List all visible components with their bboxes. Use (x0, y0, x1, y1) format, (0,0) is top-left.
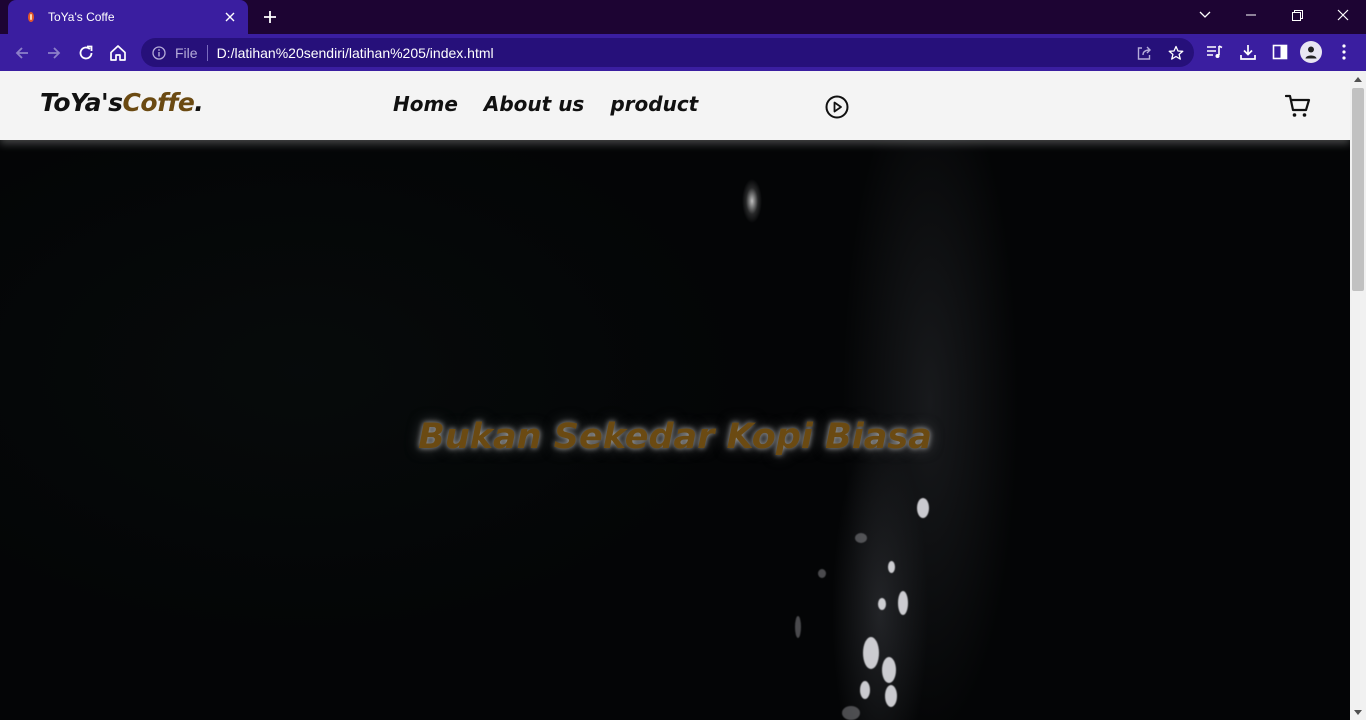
download-icon[interactable] (1237, 41, 1259, 63)
share-icon[interactable] (1134, 43, 1154, 63)
side-panel-icon[interactable] (1269, 41, 1291, 63)
scrollbar-thumb[interactable] (1352, 88, 1364, 291)
back-icon[interactable] (8, 39, 36, 67)
close-icon[interactable] (222, 9, 238, 25)
address-url[interactable]: D:/latihan%20sendiri/latihan%205/index.h… (217, 45, 494, 61)
star-icon[interactable] (1166, 43, 1186, 63)
browser-toolbar: File D:/latihan%20sendiri/latihan%205/in… (0, 34, 1366, 71)
nav-links: Home About us product (393, 92, 698, 116)
site-navbar: ToYa'sCoffe. Home About us product (0, 71, 1350, 140)
hero-tagline: Bukan Sekedar Kopi Biasa (418, 417, 932, 457)
address-scheme-label: File (175, 44, 198, 61)
address-bar[interactable]: File D:/latihan%20sendiri/latihan%205/in… (141, 38, 1194, 67)
hero-background-image (0, 71, 1350, 720)
nav-link-about-us[interactable]: About us (484, 92, 584, 116)
reload-icon[interactable] (72, 39, 100, 67)
tab-list-icon[interactable] (1182, 0, 1228, 30)
close-icon[interactable] (1320, 0, 1366, 30)
browser-tabstrip: ToYa's Coffe (0, 0, 1366, 34)
nav-link-product[interactable]: product (610, 92, 698, 116)
play-circle-icon[interactable] (825, 95, 849, 119)
media-icon[interactable] (1204, 41, 1226, 63)
menu-icon[interactable] (1333, 41, 1355, 63)
site-logo[interactable]: ToYa'sCoffe. (40, 88, 204, 117)
flame-favicon-icon (26, 11, 36, 23)
restore-icon[interactable] (1274, 0, 1320, 30)
profile-icon[interactable] (1300, 41, 1322, 63)
home-icon[interactable] (104, 39, 132, 67)
new-tab-icon[interactable] (258, 5, 282, 29)
page-viewport: ToYa'sCoffe. Home About us product Bukan… (0, 71, 1350, 720)
forward-icon[interactable] (40, 39, 68, 67)
minimize-icon[interactable] (1228, 0, 1274, 30)
shopping-cart-icon[interactable] (1284, 93, 1312, 119)
nav-link-home[interactable]: Home (393, 92, 458, 116)
tab-title: ToYa's Coffe (48, 10, 115, 24)
page-scrollbar[interactable] (1350, 71, 1366, 720)
info-icon[interactable] (151, 45, 167, 61)
scroll-down-arrow-icon[interactable] (1350, 704, 1366, 720)
browser-tab[interactable]: ToYa's Coffe (8, 0, 248, 34)
address-separator (206, 44, 208, 61)
scroll-up-arrow-icon[interactable] (1350, 71, 1366, 87)
